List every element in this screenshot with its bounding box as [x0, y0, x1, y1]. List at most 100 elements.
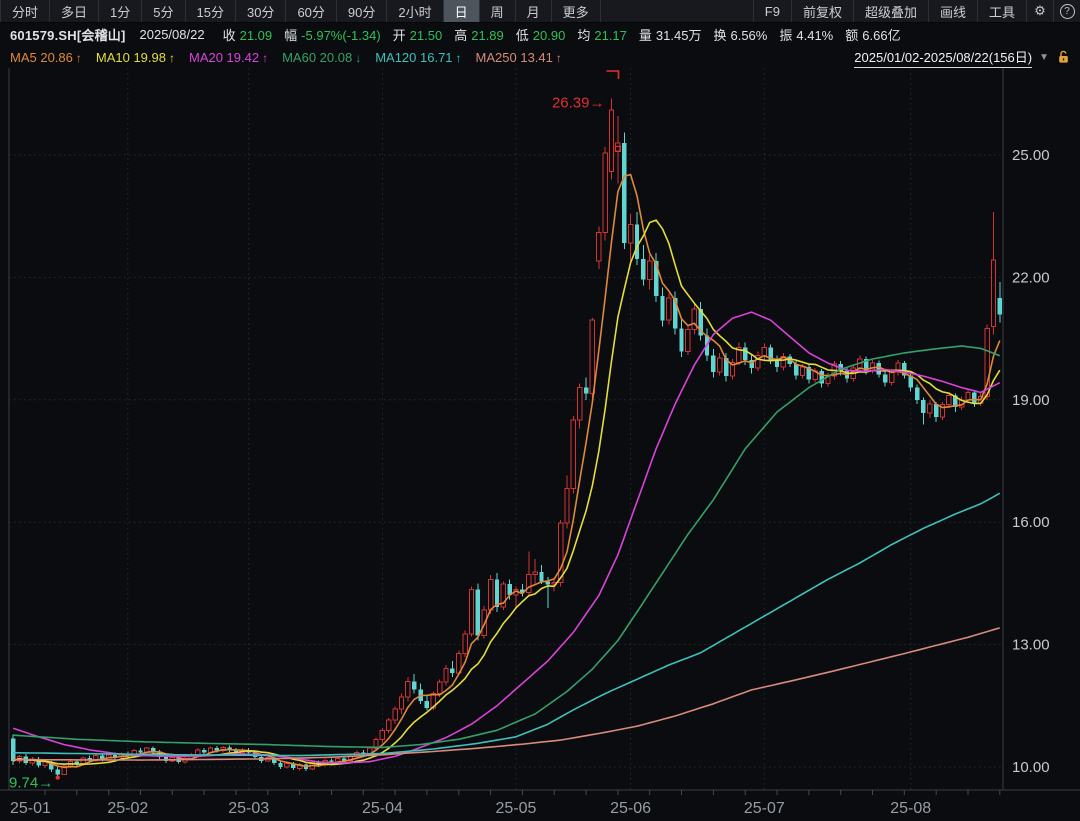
- quote-field-value: 6.56%: [730, 28, 767, 43]
- quote-field: 量31.45万: [639, 25, 702, 44]
- period-tab[interactable]: 更多: [552, 0, 601, 22]
- stock-chart-window: { "toolbar": { "tabs": ["分时","多日","1分","…: [0, 0, 1080, 821]
- quote-field-label: 高: [454, 28, 467, 43]
- lock-icon[interactable]: [1057, 50, 1070, 64]
- svg-text:19.00: 19.00: [1012, 392, 1050, 409]
- quote-field-value: 21.50: [410, 28, 443, 43]
- quote-field-value: 20.90: [533, 28, 566, 43]
- candlestick-chart[interactable]: 26.39→ 9.74→ 25.0022.0019.0016.0013.0010…: [0, 68, 1080, 821]
- y-axis-labels: 25.0022.0019.0016.0013.0010.00: [1012, 147, 1050, 776]
- quote-field: 均21.17: [577, 25, 627, 44]
- period-tab[interactable]: 分时: [0, 0, 50, 22]
- quote-field: 振4.41%: [779, 25, 833, 44]
- ma-items: MA5 20.86↑MA10 19.98↑MA20 19.42↑MA60 20.…: [10, 50, 576, 65]
- quote-fields: 收21.09幅-5.97%(-1.34)开21.50高21.89低20.90均2…: [211, 25, 901, 44]
- date-range-selector[interactable]: 2025/01/02-2025/08/22(156日): [854, 47, 1032, 68]
- range-controls: 2025/01/02-2025/08/22(156日) ▼: [854, 47, 1070, 68]
- ma10-line: [13, 220, 1000, 765]
- ma-label: MA60 20.08: [282, 50, 352, 65]
- ma-trend-arrow-icon: ↑: [262, 51, 268, 65]
- svg-text:13.00: 13.00: [1012, 637, 1050, 654]
- ma-legend-item: MA5 20.86↑: [10, 50, 82, 65]
- toolbar-button[interactable]: 前复权: [791, 0, 853, 22]
- ma20-line: [13, 312, 1000, 763]
- svg-text:25-08: 25-08: [890, 800, 931, 817]
- period-tab[interactable]: 60分: [286, 0, 336, 22]
- ma-trend-arrow-icon: ↓: [355, 51, 361, 65]
- svg-text:25-06: 25-06: [610, 800, 651, 817]
- ma60-line: [13, 346, 1000, 748]
- quote-field: 开 21.50: [393, 25, 443, 44]
- svg-text:22.00: 22.00: [1012, 269, 1050, 286]
- symbol-label: 601579.SH[会稽山]: [10, 25, 126, 44]
- date-label: 2025/08/22: [140, 27, 205, 42]
- gear-icon[interactable]: ⚙: [1026, 0, 1053, 22]
- period-tab[interactable]: 月: [516, 0, 552, 22]
- quote-field-value: 21.89: [471, 28, 504, 43]
- toolbar-button[interactable]: 画线: [928, 0, 977, 22]
- svg-text:25.00: 25.00: [1012, 147, 1050, 164]
- svg-text:25-04: 25-04: [362, 800, 403, 817]
- period-tab[interactable]: 1分: [99, 0, 142, 22]
- chevron-down-icon[interactable]: ▼: [1039, 52, 1049, 63]
- quote-field-label: 低: [516, 28, 529, 43]
- ma-legend-item: MA10 19.98↑: [96, 50, 175, 65]
- high-annotation: 26.39→: [552, 71, 619, 111]
- svg-text:26.39→: 26.39→: [552, 94, 605, 111]
- quote-field: 高 21.89: [454, 25, 504, 44]
- period-tab[interactable]: 15分: [186, 0, 236, 22]
- quote-bar: 601579.SH[会稽山] 2025/08/22 收21.09幅-5.97%(…: [0, 23, 1080, 46]
- chart-area: 26.39→ 9.74→ 25.0022.0019.0016.0013.0010…: [0, 68, 1080, 821]
- svg-text:25-05: 25-05: [496, 800, 537, 817]
- ma-trend-arrow-icon: ↑: [456, 51, 462, 65]
- quote-field: 低 20.90: [516, 25, 566, 44]
- quote-field-label: 振: [779, 28, 792, 43]
- ma-trend-arrow-icon: ↑: [76, 51, 82, 65]
- axis-frame: [0, 68, 1080, 790]
- period-tab[interactable]: 多日: [50, 0, 99, 22]
- ma-bar: MA5 20.86↑MA10 19.98↑MA20 19.42↑MA60 20.…: [0, 46, 1080, 68]
- period-tab[interactable]: 90分: [337, 0, 387, 22]
- toolbar-button[interactable]: 工具: [977, 0, 1026, 22]
- lock-icon-glyph: [1057, 50, 1070, 64]
- quote-field-value: 21.09: [240, 28, 273, 43]
- quote-field-value: 6.66亿: [862, 28, 900, 43]
- period-tab[interactable]: 日: [444, 0, 480, 22]
- ma-label: MA20 19.42: [189, 50, 259, 65]
- low-annotation: 9.74→: [9, 775, 60, 792]
- help-icon-glyph: ?: [1060, 4, 1075, 19]
- quote-field-value: 21.17: [594, 28, 627, 43]
- low-point-dot: [56, 775, 60, 779]
- ma-label: MA120 16.71: [375, 50, 452, 65]
- ma250-line: [13, 628, 1000, 760]
- grid-horizontal: [9, 155, 1003, 767]
- svg-text:10.00: 10.00: [1012, 759, 1050, 776]
- quote-field: 换6.56%: [713, 25, 767, 44]
- x-axis-ticks: [45, 790, 1000, 795]
- period-tab[interactable]: 30分: [236, 0, 286, 22]
- quote-field-label: 量: [639, 28, 652, 43]
- period-tab[interactable]: 2小时: [387, 0, 443, 22]
- quote-field-label: 幅: [284, 28, 297, 43]
- grid-vertical: [128, 68, 911, 790]
- ma-trend-arrow-icon: ↑: [556, 51, 562, 65]
- help-icon[interactable]: ?: [1053, 0, 1080, 22]
- ma-label: MA10 19.98: [96, 50, 166, 65]
- quote-field: 幅-5.97%(-1.34): [284, 25, 381, 44]
- svg-text:25-01: 25-01: [10, 800, 51, 817]
- svg-text:25-03: 25-03: [228, 800, 269, 817]
- ma-legend-item: MA20 19.42↑: [189, 50, 268, 65]
- toolbar-button[interactable]: F9: [753, 0, 791, 22]
- period-tab[interactable]: 5分: [142, 0, 185, 22]
- quote-field-label: 开: [393, 28, 406, 43]
- ma-legend-item: MA60 20.08↓: [282, 50, 361, 65]
- period-tab[interactable]: 周: [480, 0, 516, 22]
- ma5-line: [13, 175, 1000, 768]
- ma-trend-arrow-icon: ↑: [169, 51, 175, 65]
- svg-text:25-07: 25-07: [744, 800, 785, 817]
- ma-label: MA250 13.41: [476, 50, 553, 65]
- period-tabs: 分时多日1分5分15分30分60分90分2小时日周月更多: [0, 0, 601, 22]
- ma120-line: [13, 493, 1000, 755]
- toolbar: 分时多日1分5分15分30分60分90分2小时日周月更多 F9前复权超级叠加画线…: [0, 0, 1080, 23]
- toolbar-button[interactable]: 超级叠加: [853, 0, 928, 22]
